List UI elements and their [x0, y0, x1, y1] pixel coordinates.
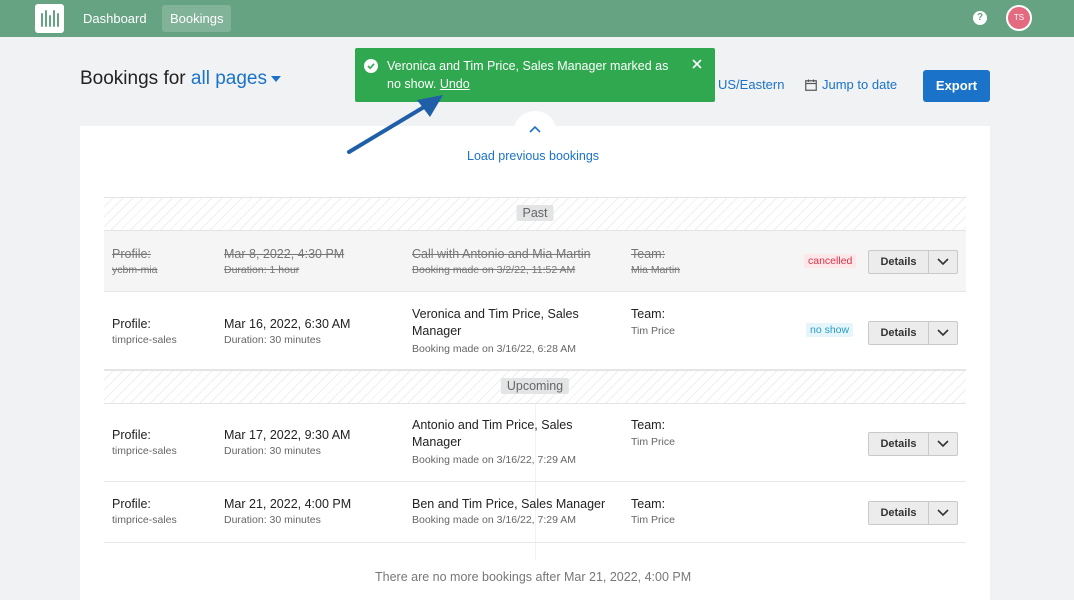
booking-datetime: Mar 21, 2022, 4:00 PM	[224, 497, 352, 511]
booking-made-on: Booking made on 3/2/22, 11:52 AM	[412, 264, 576, 276]
booking-title: Antonio and Tim Price, Sales Manager	[412, 418, 573, 449]
caret-down-icon	[270, 75, 281, 82]
load-previous-link[interactable]: Load previous bookings	[467, 149, 599, 163]
toast-message-container: Veronica and Tim Price, Sales Manager ma…	[387, 57, 677, 93]
booking-title: Ben and Tim Price, Sales Manager	[412, 497, 606, 511]
chevron-down-icon	[937, 258, 949, 266]
help-icon[interactable]: ?	[973, 11, 987, 25]
details-dropdown-button[interactable]	[929, 322, 957, 344]
team-label: Team:	[631, 418, 666, 432]
section-label-upcoming: Upcoming	[500, 378, 570, 394]
timezone-link[interactable]: US/Eastern	[718, 77, 784, 92]
page-filter-label: all pages	[190, 68, 267, 89]
chevron-up-icon	[529, 125, 541, 133]
chevron-down-icon	[937, 329, 949, 337]
booking-duration: Duration: 1 hour	[224, 264, 300, 276]
team-value: Mia Martin	[631, 264, 681, 276]
team-value: Tim Price	[631, 514, 675, 526]
annotation-arrow-icon	[347, 95, 443, 154]
page-title: Bookings for all pages	[80, 68, 281, 90]
details-button-group: Details	[868, 432, 958, 456]
undo-link[interactable]: Undo	[440, 77, 470, 91]
details-button-group: Details	[868, 501, 958, 525]
export-button[interactable]: Export	[923, 70, 990, 102]
booking-title: Veronica and Tim Price, Sales Manager	[412, 307, 579, 338]
nav-bookings[interactable]: Bookings	[162, 5, 232, 32]
close-icon[interactable]	[692, 59, 702, 69]
section-divider-upcoming: Upcoming	[104, 370, 966, 404]
chevron-down-icon	[937, 440, 949, 448]
profile-label: Profile:	[112, 247, 151, 261]
profile-label: Profile:	[112, 317, 151, 331]
page-filter-dropdown[interactable]: all pages	[191, 68, 281, 89]
details-dropdown-button[interactable]	[929, 251, 957, 273]
section-divider-past: Past	[104, 197, 966, 231]
details-button[interactable]: Details	[869, 251, 929, 273]
profile-label: Profile:	[112, 497, 151, 511]
profile-value: timprice-sales	[112, 334, 177, 346]
team-label: Team:	[631, 247, 666, 261]
jump-to-date-label: Jump to date	[822, 77, 898, 92]
profile-value: timprice-sales	[112, 514, 177, 526]
profile-label: Profile:	[112, 428, 151, 442]
booking-made-on: Booking made on 3/16/22, 7:29 AM	[412, 514, 577, 526]
details-dropdown-button[interactable]	[929, 502, 957, 524]
booking-row: Profile: timprice-sales Mar 17, 2022, 9:…	[104, 404, 966, 482]
jump-to-date-link[interactable]: Jump to date	[805, 77, 897, 92]
top-nav: Dashboard Bookings ? TS	[0, 0, 1074, 37]
profile-value: timprice-sales	[112, 445, 177, 457]
booking-row: Profile: ycbm-mia Mar 8, 2022, 4:30 PM D…	[104, 231, 966, 292]
booking-datetime: Mar 17, 2022, 9:30 AM	[224, 428, 351, 442]
booking-row: Profile: timprice-sales Mar 16, 2022, 6:…	[104, 292, 966, 370]
page-title-prefix: Bookings for	[80, 68, 186, 89]
details-button-group: Details	[868, 321, 958, 345]
team-value: Tim Price	[631, 436, 675, 448]
booking-row: Profile: timprice-sales Mar 21, 2022, 4:…	[104, 482, 966, 543]
booking-made-on: Booking made on 3/16/22, 6:28 AM	[412, 343, 577, 355]
booking-duration: Duration: 30 minutes	[224, 514, 321, 526]
details-button-group: Details	[868, 250, 958, 274]
section-label-past: Past	[516, 205, 554, 221]
team-label: Team:	[631, 307, 666, 321]
details-button[interactable]: Details	[869, 433, 929, 455]
booking-duration: Duration: 30 minutes	[224, 445, 321, 457]
team-label: Team:	[631, 497, 666, 511]
avatar[interactable]: TS	[1006, 5, 1032, 31]
status-badge-cancelled: cancelled	[804, 254, 857, 268]
details-dropdown-button[interactable]	[929, 433, 957, 455]
calendar-bars-logo-icon[interactable]	[35, 4, 64, 33]
booking-title: Call with Antonio and Mia Martin	[412, 247, 591, 261]
calendar-icon	[805, 79, 817, 91]
chevron-down-icon	[937, 509, 949, 517]
toast-message: Veronica and Tim Price, Sales Manager ma…	[387, 59, 669, 91]
booking-duration: Duration: 30 minutes	[224, 334, 321, 346]
check-circle-icon	[364, 59, 378, 73]
booking-made-on: Booking made on 3/16/22, 7:29 AM	[412, 454, 577, 466]
booking-datetime: Mar 16, 2022, 6:30 AM	[224, 317, 351, 331]
details-button[interactable]: Details	[869, 322, 929, 344]
nav-dashboard[interactable]: Dashboard	[75, 5, 155, 32]
details-button[interactable]: Details	[869, 502, 929, 524]
status-badge-no-show: no show	[806, 323, 854, 337]
profile-value: ycbm-mia	[112, 264, 158, 276]
booking-datetime: Mar 8, 2022, 4:30 PM	[224, 247, 345, 261]
no-more-bookings-note: There are no more bookings after Mar 21,…	[375, 570, 692, 584]
team-value: Tim Price	[631, 325, 675, 337]
